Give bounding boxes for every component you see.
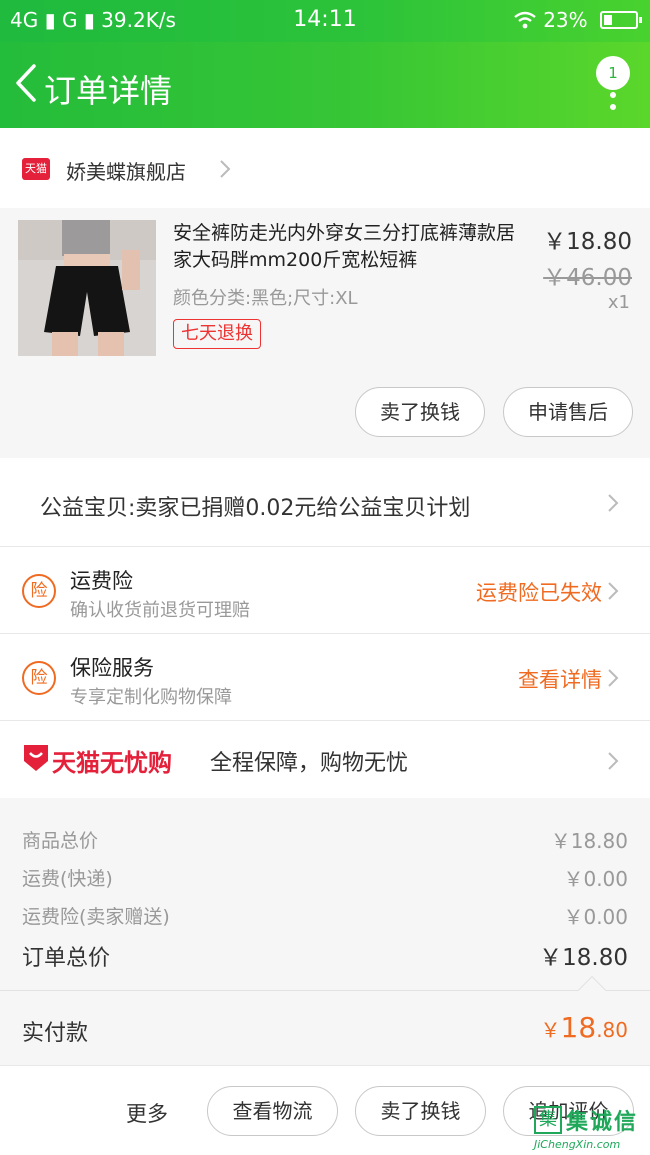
summary-value: ￥18.80 bbox=[550, 829, 628, 853]
charity-row[interactable]: 公益宝贝:卖家已捐赠0.02元给公益宝贝计划 bbox=[0, 458, 650, 547]
page-title: 订单详情 bbox=[44, 72, 173, 110]
watermark-logo-icon: 集 bbox=[534, 1106, 562, 1134]
product-price: ￥18.80 bbox=[543, 229, 632, 255]
summary-label: 运费(快递) bbox=[22, 868, 113, 890]
summary-label: 商品总价 bbox=[22, 830, 99, 852]
insurance-subtitle: 确认收货前退货可理赔 bbox=[70, 600, 250, 621]
insurance-service-row[interactable]: 险 保险服务 专享定制化购物保障 查看详情 bbox=[0, 634, 650, 721]
product-image[interactable] bbox=[18, 220, 156, 356]
battery-icon bbox=[600, 11, 642, 29]
summary-value: ￥0.00 bbox=[563, 905, 628, 929]
wifi-icon bbox=[513, 8, 543, 32]
chevron-right-icon bbox=[608, 752, 619, 770]
view-details-link[interactable]: 查看详情 bbox=[518, 664, 602, 694]
price-summary: 商品总价 ￥18.80 运费(快递) ￥0.00 运费险(卖家赠送) ￥0.00… bbox=[0, 798, 650, 990]
paid-amount: ￥18.80 bbox=[541, 1011, 628, 1044]
chevron-right-icon bbox=[608, 494, 619, 512]
charity-text: 公益宝贝:卖家已捐赠0.02元给公益宝贝计划 bbox=[40, 496, 471, 521]
original-price: ￥46.00 bbox=[543, 265, 632, 291]
sell-for-cash-button[interactable]: 卖了换钱 bbox=[355, 1086, 486, 1136]
back-button[interactable] bbox=[12, 62, 42, 104]
currency-symbol: ￥ bbox=[540, 1018, 561, 1042]
summary-label: 运费险(卖家赠送) bbox=[22, 906, 170, 928]
menu-dot-icon bbox=[610, 104, 616, 110]
product-spec: 颜色分类:黑色;尺寸:XL bbox=[173, 288, 358, 309]
worry-free-row[interactable]: 天猫无忧购 全程保障，购物无忧 bbox=[0, 721, 650, 799]
insurance-title: 保险服务 bbox=[70, 656, 154, 680]
order-total-label: 订单总价 bbox=[22, 946, 111, 971]
shop-row[interactable]: 天猫 娇美蝶旗舰店 bbox=[0, 128, 650, 208]
watermark-site: JiChengXin.com bbox=[534, 1138, 621, 1151]
chevron-right-icon bbox=[220, 160, 231, 178]
watermark-text: 集诚信 bbox=[566, 1110, 639, 1135]
battery-status: 23% bbox=[513, 8, 642, 32]
chevron-left-icon bbox=[16, 64, 36, 102]
payment-row: 实付款 ￥18.80 bbox=[0, 975, 650, 1065]
insurance-status: 运费险已失效 bbox=[476, 581, 602, 605]
worry-free-brand: 天猫无忧购 bbox=[52, 749, 172, 777]
after-sales-button[interactable]: 申请售后 bbox=[503, 387, 633, 437]
tmall-logo-icon: 天猫 bbox=[22, 158, 50, 180]
shipping-insurance-row[interactable]: 险 运费险 确认收货前退货可理赔 运费险已失效 bbox=[0, 547, 650, 634]
return-policy-tag: 七天退换 bbox=[173, 319, 261, 349]
paid-label: 实付款 bbox=[22, 1021, 89, 1046]
insurance-subtitle: 专享定制化购物保障 bbox=[70, 687, 232, 708]
shop-name: 娇美蝶旗舰店 bbox=[66, 160, 186, 184]
view-logistics-button[interactable]: 查看物流 bbox=[207, 1086, 338, 1136]
chevron-right-icon bbox=[608, 669, 619, 687]
chevron-right-icon bbox=[608, 582, 619, 600]
menu-dot-icon bbox=[610, 92, 616, 98]
battery-percent: 23% bbox=[543, 8, 588, 32]
tmall-shield-icon bbox=[24, 745, 48, 771]
summary-value: ￥0.00 bbox=[563, 867, 628, 891]
worry-free-text: 全程保障，购物无忧 bbox=[210, 751, 409, 776]
more-button[interactable]: 更多 bbox=[126, 1098, 168, 1128]
insurance-icon: 险 bbox=[22, 661, 56, 695]
nav-bar: 订单详情 1 bbox=[0, 42, 650, 128]
product-quantity: x1 bbox=[607, 292, 630, 313]
sell-for-cash-button[interactable]: 卖了换钱 bbox=[355, 387, 485, 437]
watermark: 集 集诚信 JiChengXin.com bbox=[526, 1100, 646, 1152]
product-title[interactable]: 安全裤防走光内外穿女三分打底裤薄款居家大码胖mm200斤宽松短裤 bbox=[173, 220, 525, 274]
insurance-icon: 险 bbox=[22, 574, 56, 608]
status-bar: 4G ▮ G ▮ 39.2K/s 14:11 23% bbox=[0, 0, 650, 42]
notification-badge: 1 bbox=[596, 56, 630, 90]
paid-integer: 18 bbox=[560, 1011, 597, 1044]
order-total-value: ￥18.80 bbox=[539, 945, 628, 971]
order-item[interactable]: 安全裤防走光内外穿女三分打底裤薄款居家大码胖mm200斤宽松短裤 颜色分类:黑色… bbox=[0, 208, 650, 458]
paid-decimal: .80 bbox=[596, 1018, 628, 1042]
more-menu-button[interactable]: 1 bbox=[596, 56, 630, 116]
insurance-title: 运费险 bbox=[70, 569, 133, 593]
